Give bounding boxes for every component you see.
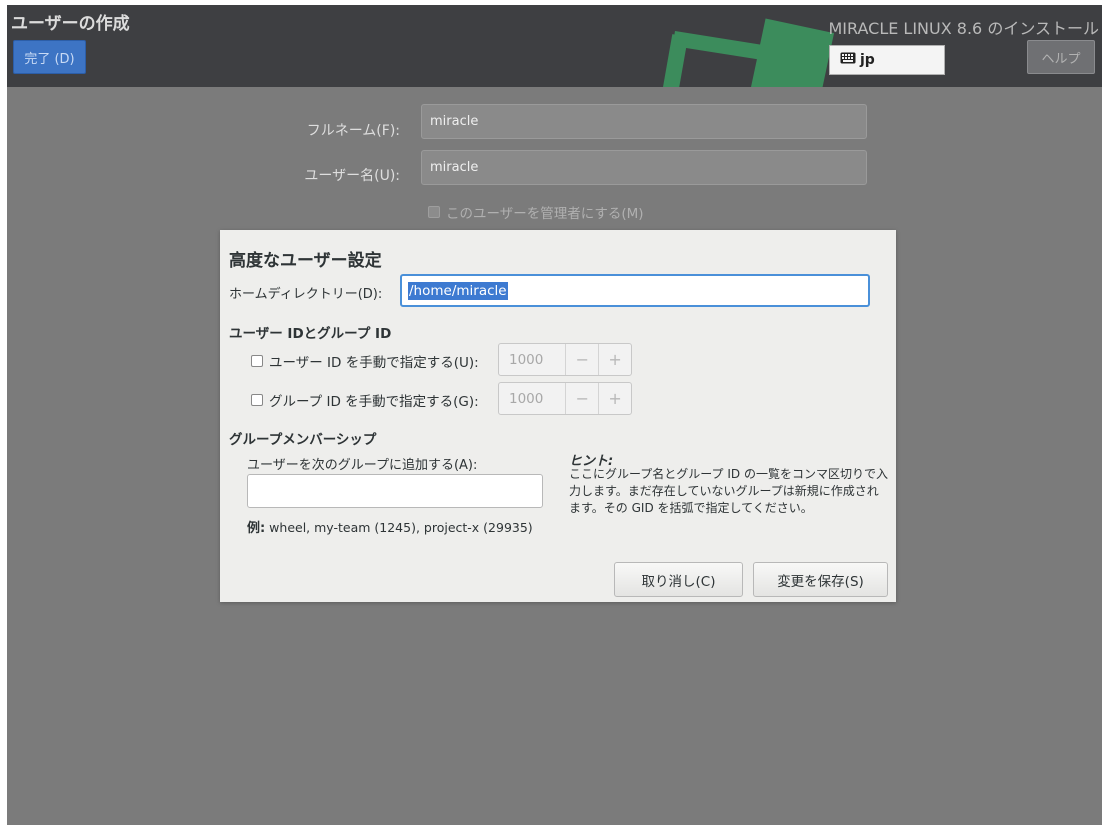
gid-increment-button: + [598,383,631,414]
dialog-title: 高度なユーザー設定 [229,251,382,271]
groups-field[interactable] [247,474,543,508]
membership-section-heading: グループメンバーシップ [229,432,377,448]
done-button[interactable]: 完了 (D) [13,40,86,74]
home-directory-field[interactable]: /home/miracle [400,274,870,307]
hint-text: ここにグループ名とグループ ID の一覧をコンマ区切りで入力します。まだ存在して… [569,467,888,515]
uid-decrement-button: − [575,350,589,369]
keyboard-layout-indicator[interactable]: jp [829,45,945,75]
uid-increment-button: + [598,344,631,375]
banner-decoration [749,18,835,87]
screen-title: ユーザーの作成 [11,14,130,34]
username-field[interactable]: miracle [421,150,867,185]
example-prefix: 例: [247,521,266,536]
uid-checkbox[interactable]: ユーザー ID を手動で指定する(U): [251,351,479,371]
advanced-user-dialog: 高度なユーザー設定 ホームディレクトリー(D): /home/miracle ユ… [220,230,896,602]
admin-checkbox[interactable]: このユーザーを管理者にする(M) [428,202,644,222]
gid-value: 1000 [499,383,567,414]
gid-checkbox-label: グループ ID を手動で指定する(G): [269,394,479,410]
id-section-heading: ユーザー IDとグループ ID [229,326,392,342]
home-directory-label: ホームディレクトリー(D): [229,287,383,302]
username-label: ユーザー名(U): [304,168,400,184]
help-button[interactable]: ヘルプ [1027,40,1095,74]
checkbox-box[interactable] [428,206,440,218]
fullname-field[interactable]: miracle [421,104,867,139]
checkbox-box[interactable] [251,355,263,367]
header-bar: ユーザーの作成 完了 (D) MIRACLE LINUX 8.6 のインストール… [7,5,1102,87]
admin-checkbox-label: このユーザーを管理者にする(M) [446,206,644,222]
example-text: wheel, my-team (1245), project-x (29935) [265,520,533,535]
groups-example: 例: wheel, my-team (1245), project-x (299… [247,517,533,536]
uid-value: 1000 [499,344,567,375]
uid-checkbox-label: ユーザー ID を手動で指定する(U): [269,355,479,371]
checkbox-box[interactable] [251,394,263,406]
uid-spinner: 1000 − + [498,343,632,376]
gid-checkbox[interactable]: グループ ID を手動で指定する(G): [251,390,479,410]
home-directory-value: /home/miracle [408,281,508,300]
save-changes-button[interactable]: 変更を保存(S) [753,562,888,597]
installer-window: ユーザーの作成 完了 (D) MIRACLE LINUX 8.6 のインストール… [7,5,1102,825]
gid-spinner: 1000 − + [498,382,632,415]
keyboard-icon [840,52,856,68]
fullname-label: フルネーム(F): [306,123,400,139]
groups-label: ユーザーを次のグループに追加する(A): [247,458,478,473]
gid-decrement-button: − [575,389,589,408]
keyboard-layout-label: jp [860,52,875,68]
cancel-button[interactable]: 取り消し(C) [614,562,743,597]
product-title: MIRACLE LINUX 8.6 のインストール [828,19,1099,38]
